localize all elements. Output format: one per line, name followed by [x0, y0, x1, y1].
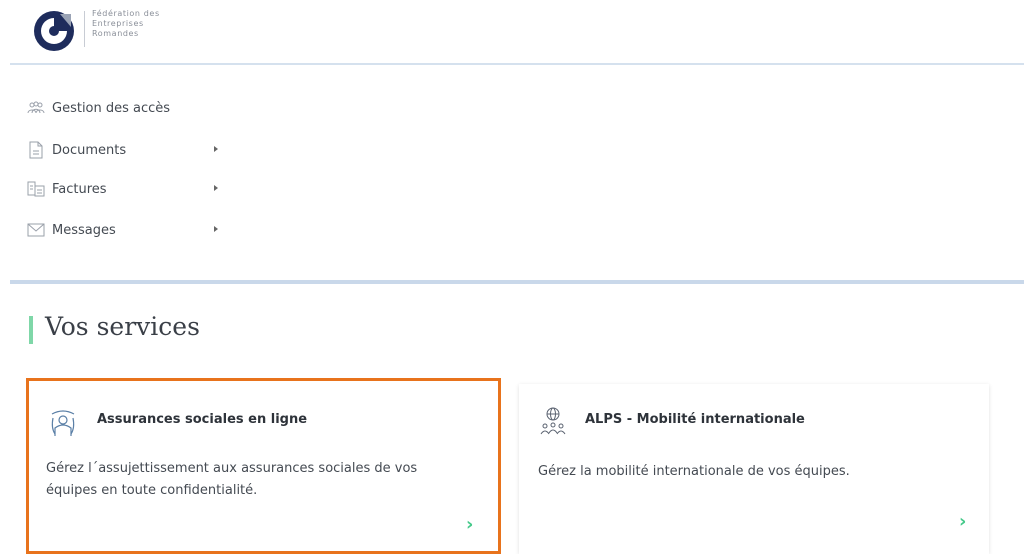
card-title: Assurances sociales en ligne [97, 412, 308, 427]
service-card-alps[interactable]: ALPS - Mobilité internationale Gérez la … [519, 384, 989, 554]
menu-label-factures: Factures [52, 181, 107, 197]
social-insurance-icon [51, 410, 75, 436]
submenu-arrow-icon[interactable] [214, 185, 218, 191]
section-divider [10, 280, 1024, 284]
document-icon [26, 140, 46, 160]
logo-line-2: Entreprises [92, 19, 144, 28]
menu-item-documents[interactable]: Documents [26, 138, 218, 162]
menu-item-gestion-acces[interactable]: Gestion des accès [26, 96, 170, 120]
services-heading: Vos services [45, 312, 200, 341]
menu-item-factures[interactable]: Factures [26, 177, 218, 201]
card-description: Gérez la mobilité internationale de vos … [538, 464, 850, 479]
users-icon [26, 98, 46, 118]
globe-people-icon [540, 407, 566, 435]
menu-label-messages: Messages [52, 222, 116, 238]
menu-label-gestion-acces: Gestion des accès [52, 100, 171, 116]
fer-logo-icon[interactable] [33, 10, 75, 52]
header-divider [10, 63, 1024, 65]
card-title: ALPS - Mobilité internationale [585, 412, 805, 427]
logo-wordmark: Fédération des Entreprises Romandes [92, 9, 160, 39]
logo-line-1: Fédération des [92, 9, 160, 18]
envelope-icon [26, 220, 46, 240]
submenu-arrow-icon[interactable] [214, 226, 218, 232]
chevron-right-icon[interactable]: › [466, 514, 473, 535]
card-description: Gérez l´assujettissement aux assurances … [46, 461, 418, 498]
section-accent-bar [29, 316, 33, 344]
header: Fédération des Entreprises Romandes [0, 0, 1024, 65]
logo-line-3: Romandes [92, 29, 139, 38]
menu-label-documents: Documents [52, 142, 127, 158]
invoices-icon [26, 179, 46, 199]
chevron-right-icon[interactable]: › [959, 511, 966, 532]
menu-item-messages[interactable]: Messages [26, 218, 218, 242]
submenu-arrow-icon[interactable] [214, 146, 218, 152]
logo-divider [84, 11, 85, 47]
service-card-assurances-sociales[interactable]: Assurances sociales en ligne Gérez l´ass… [26, 378, 501, 554]
